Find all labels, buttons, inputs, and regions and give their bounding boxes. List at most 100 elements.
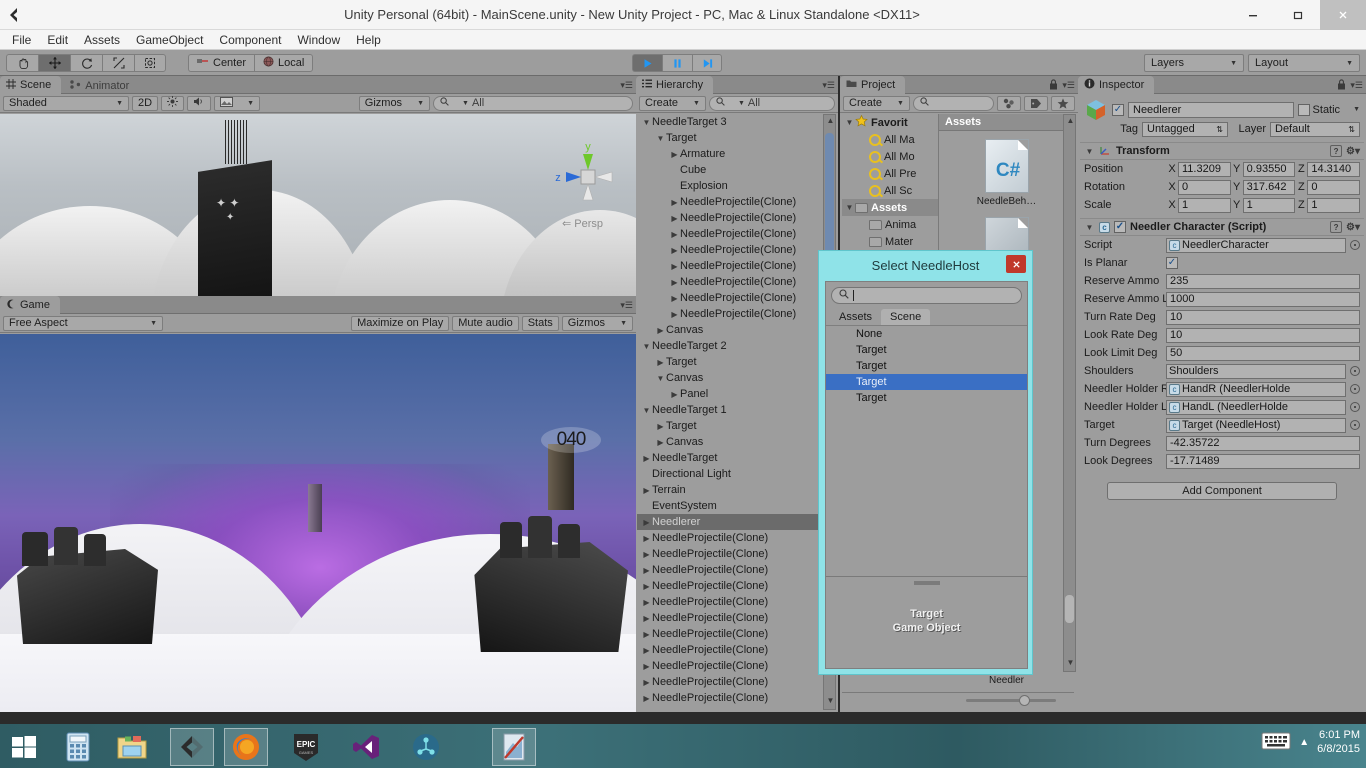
hierarchy-item[interactable]: ▶ NeedleProjectile(Clone) bbox=[637, 210, 822, 226]
chevron-right-icon[interactable]: ▶ bbox=[641, 630, 652, 639]
chevron-down-icon[interactable]: ▼ bbox=[655, 134, 666, 143]
chevron-right-icon[interactable]: ▶ bbox=[669, 198, 680, 207]
chevron-down-icon[interactable]: ▼ bbox=[655, 374, 666, 383]
hierarchy-item[interactable]: ▶ NeedleProjectile(Clone) bbox=[637, 642, 822, 658]
object-picker-button[interactable] bbox=[1350, 384, 1360, 394]
hierarchy-item[interactable]: ▶ NeedleProjectile(Clone) bbox=[637, 562, 822, 578]
hierarchy-item[interactable]: ▶ NeedleProjectile(Clone) bbox=[637, 274, 822, 290]
hierarchy-item[interactable]: ▼ Canvas bbox=[637, 370, 822, 386]
script-field-input[interactable]: 50 bbox=[1166, 345, 1360, 361]
hierarchy-item[interactable]: ▶ NeedleProjectile(Clone) bbox=[637, 242, 822, 258]
pause-button[interactable] bbox=[662, 54, 692, 72]
taskbar-clock[interactable]: 6:01 PM 6/8/2015 bbox=[1317, 728, 1360, 756]
script-field-input[interactable]: 10 bbox=[1166, 309, 1360, 325]
transform-rotation-z-input[interactable]: 0 bbox=[1307, 179, 1361, 195]
static-toggle[interactable]: Static ▼ bbox=[1297, 103, 1360, 116]
visual-studio-icon[interactable] bbox=[344, 728, 388, 766]
scale-tool-button[interactable] bbox=[102, 53, 134, 72]
icon-size-slider[interactable] bbox=[966, 699, 1056, 702]
component-enabled-checkbox[interactable] bbox=[1114, 221, 1126, 233]
show-hidden-icons-button[interactable]: ▲ bbox=[1299, 737, 1309, 748]
hierarchy-item[interactable]: ▶ NeedleProjectile(Clone) bbox=[637, 306, 822, 322]
hierarchy-item[interactable]: ▶ NeedleProjectile(Clone) bbox=[637, 658, 822, 674]
chevron-right-icon[interactable]: ▶ bbox=[669, 246, 680, 255]
project-search-input[interactable] bbox=[912, 95, 994, 111]
transform-scale-z-input[interactable]: 1 bbox=[1307, 197, 1361, 213]
chevron-right-icon[interactable]: ▶ bbox=[641, 678, 652, 687]
mute-audio-toggle[interactable]: Mute audio bbox=[452, 315, 519, 331]
project-tree-item[interactable]: ▼ Assets bbox=[842, 199, 938, 216]
chevron-right-icon[interactable]: ▶ bbox=[669, 310, 680, 319]
chevron-right-icon[interactable]: ▶ bbox=[641, 486, 652, 495]
menu-edit[interactable]: Edit bbox=[39, 30, 76, 50]
project-create-button[interactable]: Create ▼ bbox=[843, 95, 910, 111]
script-field-input[interactable]: -42.35722 bbox=[1166, 435, 1360, 451]
dialog-tab-assets[interactable]: Assets bbox=[830, 309, 881, 325]
hierarchy-item[interactable]: ▶ Target bbox=[637, 418, 822, 434]
project-tree-item[interactable]: Anima bbox=[842, 216, 938, 233]
hierarchy-item[interactable]: ▶ Canvas bbox=[637, 322, 822, 338]
play-button[interactable] bbox=[632, 54, 662, 72]
file-explorer-icon[interactable] bbox=[110, 728, 154, 766]
help-icon[interactable]: ? bbox=[1330, 221, 1343, 233]
hierarchy-item[interactable]: ▶ NeedleProjectile(Clone) bbox=[637, 594, 822, 610]
menu-assets[interactable]: Assets bbox=[76, 30, 128, 50]
resize-grip-icon[interactable] bbox=[913, 581, 940, 585]
dialog-list-item[interactable]: None bbox=[826, 326, 1027, 342]
dialog-list-item[interactable]: Target bbox=[826, 342, 1027, 358]
hierarchy-item[interactable]: ▶ NeedleProjectile(Clone) bbox=[637, 674, 822, 690]
hierarchy-item[interactable]: ▶ NeedleProjectile(Clone) bbox=[637, 626, 822, 642]
lock-icon[interactable] bbox=[1337, 79, 1346, 93]
project-tree-item[interactable]: All Ma bbox=[842, 131, 938, 148]
dialog-list-item[interactable]: Target bbox=[826, 390, 1027, 406]
hierarchy-item[interactable]: Cube bbox=[637, 162, 822, 178]
tab-game[interactable]: Game bbox=[0, 296, 60, 314]
object-reference-field[interactable]: c NeedlerCharacter bbox=[1166, 237, 1346, 253]
chevron-down-icon[interactable]: ▼ bbox=[1084, 147, 1095, 156]
hierarchy-item[interactable]: ▼ NeedleTarget 2 bbox=[637, 338, 822, 354]
hierarchy-tree[interactable]: ▼ NeedleTarget 3 ▼ Target ▶ Armature Cube Explo… bbox=[637, 114, 822, 710]
chevron-down-icon[interactable]: ▼ bbox=[1353, 106, 1360, 113]
tab-project[interactable]: Project bbox=[840, 76, 906, 94]
hierarchy-item[interactable]: ▶ NeedleTarget bbox=[637, 450, 822, 466]
gear-icon[interactable]: ⚙▾ bbox=[1346, 222, 1360, 233]
space-mode-button[interactable]: Local bbox=[254, 53, 314, 72]
object-picker-button[interactable] bbox=[1350, 366, 1360, 376]
chevron-down-icon[interactable]: ▼ bbox=[1084, 223, 1095, 232]
dialog-search-input[interactable] bbox=[831, 287, 1022, 304]
hierarchy-item[interactable]: ▶ NeedleProjectile(Clone) bbox=[637, 258, 822, 274]
hierarchy-item[interactable]: ▶ Panel bbox=[637, 386, 822, 402]
hand-tool-button[interactable] bbox=[6, 53, 38, 72]
hierarchy-item[interactable]: ▶ NeedleProjectile(Clone) bbox=[637, 546, 822, 562]
panel-menu-icon[interactable]: ▾☰ bbox=[620, 300, 633, 311]
object-picker-button[interactable] bbox=[1350, 240, 1360, 250]
chevron-right-icon[interactable]: ▶ bbox=[641, 598, 652, 607]
mode-2d-toggle[interactable]: 2D bbox=[132, 95, 159, 111]
add-component-button[interactable]: Add Component bbox=[1107, 482, 1337, 500]
hierarchy-item-selected[interactable]: ▶ Needlerer bbox=[637, 514, 822, 530]
chevron-right-icon[interactable]: ▶ bbox=[669, 278, 680, 287]
hierarchy-item[interactable]: ▶ NeedleProjectile(Clone) bbox=[637, 690, 822, 706]
chevron-right-icon[interactable]: ▶ bbox=[641, 646, 652, 655]
object-reference-field[interactable]: c HandL (NeedlerHolde bbox=[1166, 399, 1346, 415]
scroll-down-icon[interactable]: ▼ bbox=[826, 696, 835, 708]
hierarchy-item[interactable]: ▶ Canvas bbox=[637, 434, 822, 450]
script-field-checkbox[interactable] bbox=[1166, 257, 1178, 269]
fx-dropdown[interactable]: ▼ bbox=[214, 95, 260, 111]
chevron-down-icon[interactable]: ▼ bbox=[641, 118, 652, 127]
object-reference-field[interactable]: Shoulders bbox=[1166, 363, 1346, 379]
menu-help[interactable]: Help bbox=[348, 30, 389, 50]
transform-rotation-x-input[interactable]: 0 bbox=[1178, 179, 1231, 195]
sourcetree-icon[interactable] bbox=[404, 728, 448, 766]
chevron-down-icon[interactable]: ▼ bbox=[641, 406, 652, 415]
rotate-tool-button[interactable] bbox=[70, 53, 102, 72]
gear-icon[interactable]: ⚙▾ bbox=[1346, 146, 1360, 157]
filter-by-type-button[interactable] bbox=[997, 95, 1021, 111]
project-tree-item[interactable]: All Sc bbox=[842, 182, 938, 199]
script-field-input[interactable]: 10 bbox=[1166, 327, 1360, 343]
transform-position-y-input[interactable]: 0.93550 bbox=[1242, 161, 1296, 177]
transform-scale-y-input[interactable]: 1 bbox=[1242, 197, 1296, 213]
move-tool-button[interactable] bbox=[38, 53, 70, 72]
chevron-right-icon[interactable]: ▶ bbox=[655, 326, 666, 335]
hierarchy-item[interactable]: ▼ NeedleTarget 1 bbox=[637, 402, 822, 418]
